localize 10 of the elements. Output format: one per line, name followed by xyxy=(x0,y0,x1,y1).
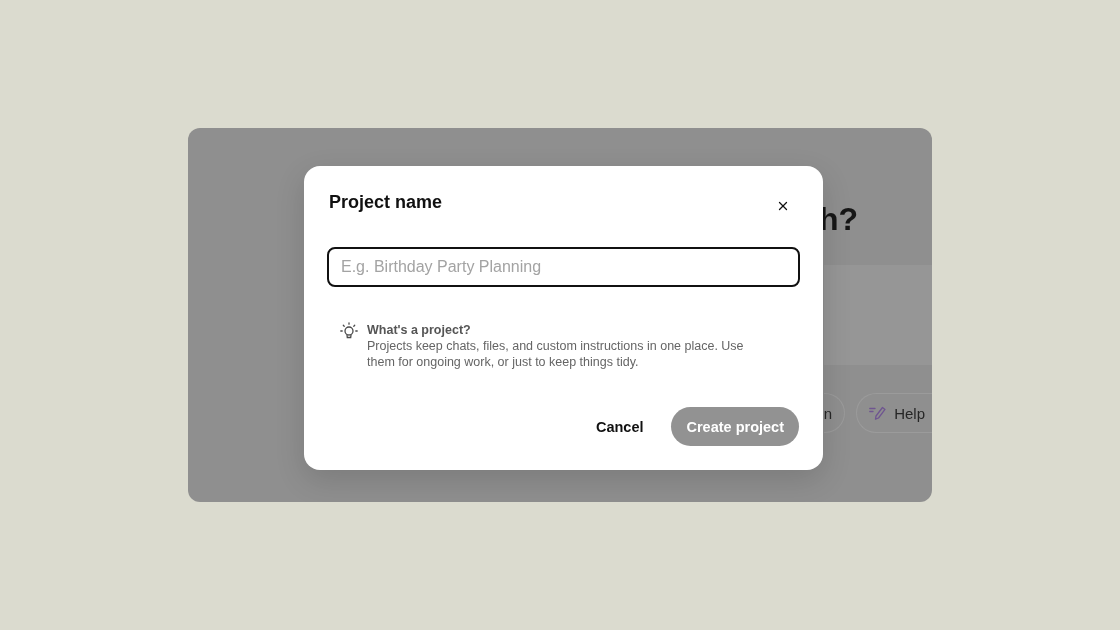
dialog-title: Project name xyxy=(329,191,443,214)
project-name-field[interactable]: E.g. Birthday Party Planning xyxy=(327,247,800,287)
info-title: What's a project? xyxy=(367,322,472,338)
cancel-button[interactable]: Cancel xyxy=(584,407,655,446)
close-icon xyxy=(776,199,790,213)
lightbulb-icon xyxy=(340,322,358,341)
pen-icon xyxy=(869,406,887,420)
info-text: Projects keep chats, files, and custom instructions in one place. Use them for ongoing work, or just to keep things tidy. xyxy=(367,338,745,370)
suggestion-chip[interactable]: n xyxy=(823,393,846,433)
suggestion-chip[interactable]: Help xyxy=(856,393,932,433)
